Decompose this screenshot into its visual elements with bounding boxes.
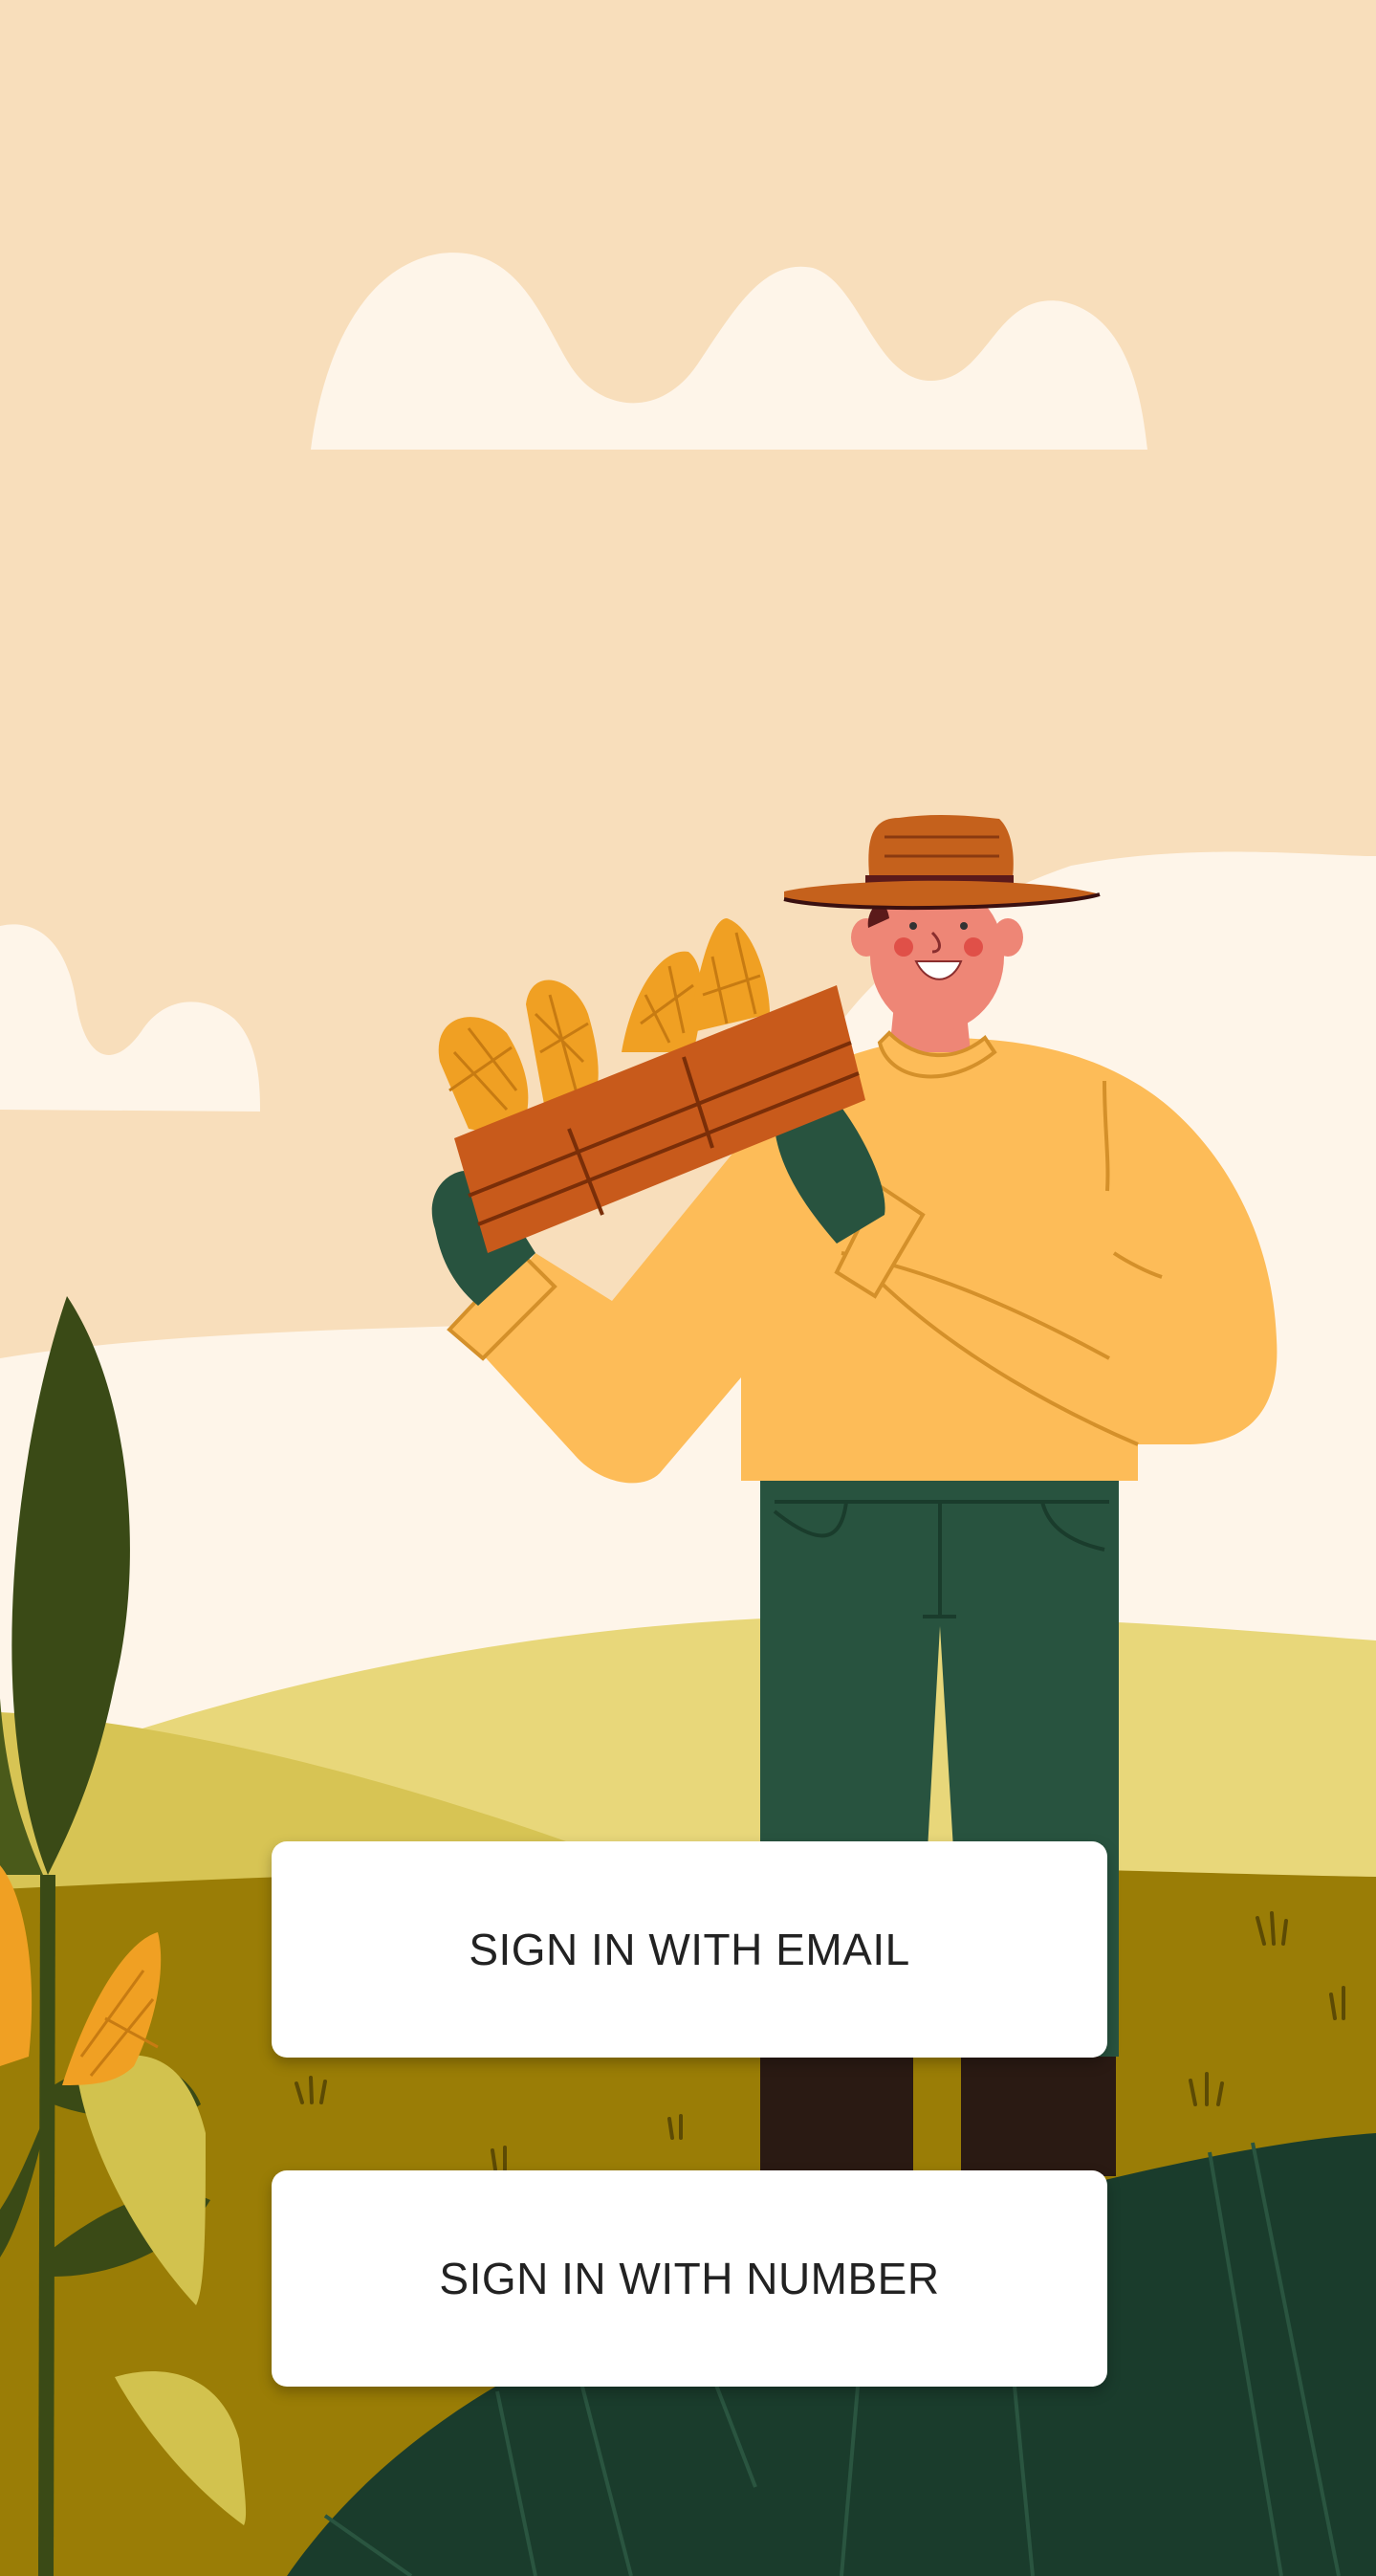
sign-in-with-number-button[interactable]: SIGN IN WITH NUMBER [272,2170,1107,2387]
sign-in-screen: SIGN IN WITH EMAIL SIGN IN WITH NUMBER [0,0,1376,2576]
sign-in-with-email-button[interactable]: SIGN IN WITH EMAIL [272,1841,1107,2058]
farmer-hat [868,815,1014,885]
